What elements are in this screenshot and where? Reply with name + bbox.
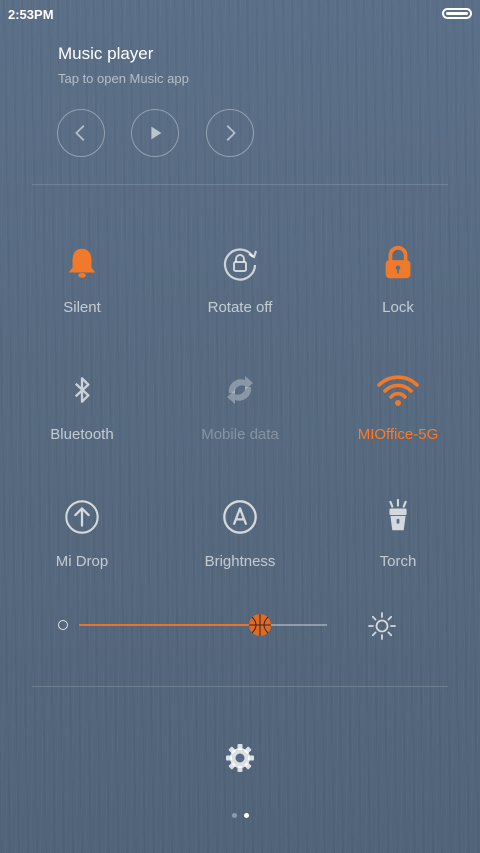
brightness-slider-handle[interactable] [248,613,272,637]
brightness-low-icon [58,620,68,630]
brightness-slider-fill [79,624,261,626]
toggle-label: Brightness [204,553,276,570]
music-title[interactable]: Music player [58,44,153,64]
auto-brightness-icon [218,495,262,539]
wifi-icon [376,368,420,412]
next-button[interactable] [206,109,254,157]
page-indicator [0,813,480,818]
toggle-torch[interactable]: Torch [318,495,478,595]
toggle-mi-drop[interactable]: Mi Drop [2,495,162,595]
divider [32,686,448,687]
chevron-right-icon [226,125,236,141]
status-bar: 2:53PM [0,0,480,28]
bell-icon [60,241,104,285]
toggle-label: Mi Drop [55,553,109,570]
toggle-wifi[interactable]: MIOffice-5G [318,368,478,468]
mi-drop-icon [60,495,104,539]
play-button[interactable] [131,109,179,157]
previous-button[interactable] [57,109,105,157]
page-dot [231,813,237,818]
brightness-slider-row [0,606,480,646]
page-dot-active [243,813,249,818]
settings-gear-icon[interactable] [224,742,256,774]
music-subtitle[interactable]: Tap to open Music app [58,71,189,86]
mobile-data-icon [218,368,262,412]
chevron-left-icon [75,125,85,141]
toggle-lock[interactable]: Lock [318,241,478,341]
toggle-label: Mobile data [201,426,279,443]
toggle-label: MIOffice-5G [357,426,439,443]
battery-icon [442,8,472,19]
brightness-slider[interactable] [79,614,327,636]
play-icon [151,126,162,140]
status-time: 2:53PM [8,7,54,22]
toggle-brightness[interactable]: Brightness [160,495,320,595]
toggle-rotate[interactable]: Rotate off [160,241,320,341]
toggle-label: Torch [379,553,417,570]
lock-icon [376,241,420,285]
toggle-label: Rotate off [207,299,273,316]
toggle-mobile-data[interactable]: Mobile data [160,368,320,468]
bluetooth-icon [60,368,104,412]
toggle-bluetooth[interactable]: Bluetooth [2,368,162,468]
brightness-high-icon [368,612,396,640]
toggle-label: Bluetooth [50,426,114,443]
toggle-label: Lock [382,299,414,316]
torch-icon [376,495,420,539]
divider [32,184,448,185]
toggle-label: Silent [63,299,101,316]
rotate-lock-icon [218,241,262,285]
toggle-silent[interactable]: Silent [2,241,162,341]
